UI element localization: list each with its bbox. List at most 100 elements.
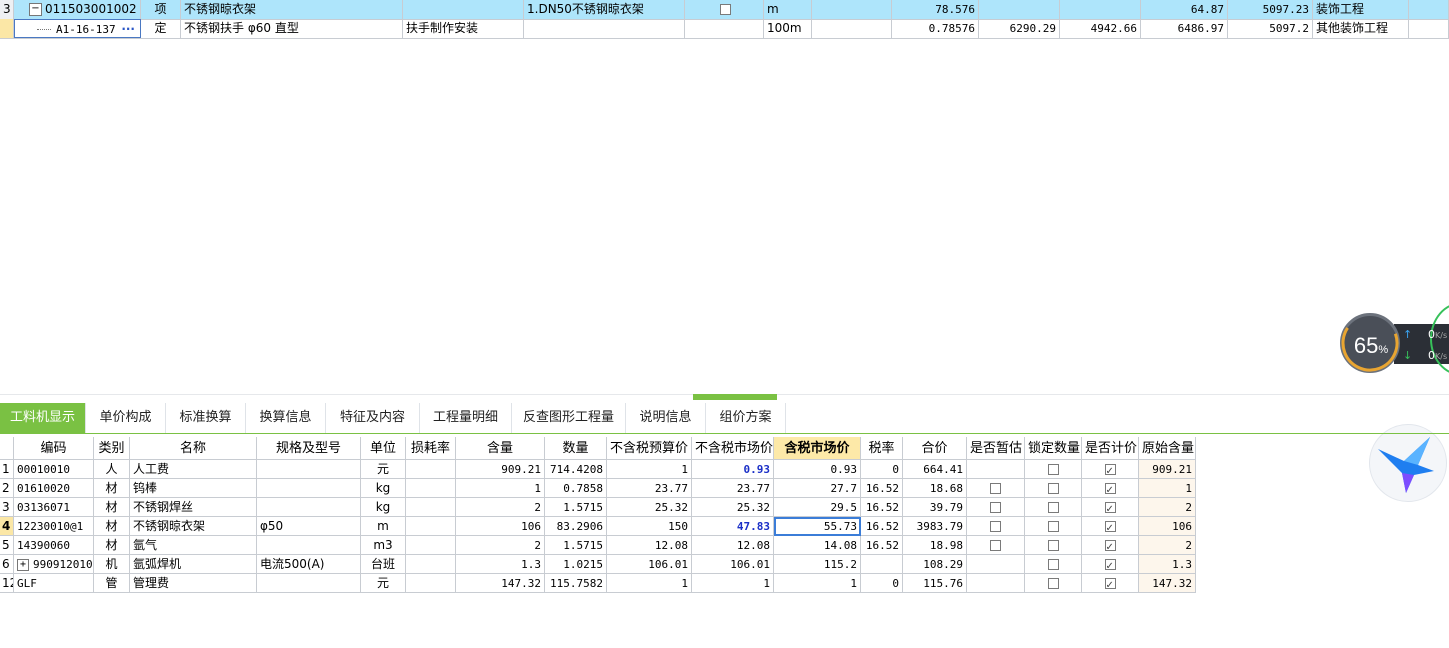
cat-cell[interactable]: 材 bbox=[94, 517, 130, 536]
mkt_tax-cell[interactable]: 14.08 bbox=[774, 536, 861, 555]
orig-cell[interactable]: 2 bbox=[1139, 536, 1196, 555]
name-cell[interactable]: 钨棒 bbox=[130, 479, 257, 498]
lock-qty-cell[interactable] bbox=[1025, 460, 1082, 479]
estimate-checkbox[interactable] bbox=[990, 521, 1001, 532]
rate-cell[interactable] bbox=[861, 555, 903, 574]
column-header[interactable]: 损耗率 bbox=[406, 437, 456, 460]
pre-cell[interactable]: 150 bbox=[607, 517, 692, 536]
column-header[interactable]: 锁定数量 bbox=[1025, 437, 1082, 460]
orig-cell[interactable]: 147.32 bbox=[1139, 574, 1196, 593]
code-cell[interactable]: 14390060 bbox=[14, 536, 94, 555]
lock-qty-checkbox[interactable] bbox=[1047, 521, 1059, 532]
mkt_tax-cell[interactable]: 55.73 bbox=[774, 517, 861, 536]
feature-cell[interactable] bbox=[524, 19, 685, 38]
orig-cell[interactable]: 1 bbox=[1139, 479, 1196, 498]
loss-cell[interactable] bbox=[406, 555, 456, 574]
lock-qty-cell[interactable] bbox=[1025, 498, 1082, 517]
unit-cell[interactable]: kg bbox=[361, 479, 406, 498]
c1-cell[interactable] bbox=[979, 0, 1060, 19]
lock-qty-checkbox[interactable] bbox=[1047, 502, 1059, 513]
lock-qty-cell[interactable] bbox=[1025, 555, 1082, 574]
unit-cell[interactable]: 台班 bbox=[361, 555, 406, 574]
lock-qty-cell[interactable] bbox=[1025, 517, 1082, 536]
lock-qty-checkbox[interactable] bbox=[1047, 483, 1059, 494]
cat-cell[interactable]: 机 bbox=[94, 555, 130, 574]
column-header[interactable]: 类别 bbox=[94, 437, 130, 460]
priced-cell[interactable] bbox=[1082, 555, 1139, 574]
name-cell[interactable]: 不锈钢晾衣架 bbox=[130, 517, 257, 536]
mkt-cell[interactable]: 47.83 bbox=[692, 517, 774, 536]
qty-cell[interactable]: 0.7858 bbox=[545, 479, 607, 498]
sum-cell[interactable]: 18.68 bbox=[903, 479, 967, 498]
priced-cell[interactable] bbox=[1082, 460, 1139, 479]
price-cell[interactable]: 64.87 bbox=[1141, 0, 1228, 19]
work-cell[interactable] bbox=[403, 0, 524, 19]
qty-cell[interactable]: 115.7582 bbox=[545, 574, 607, 593]
lock-qty-cell[interactable] bbox=[1025, 574, 1082, 593]
mkt-cell[interactable]: 25.32 bbox=[692, 498, 774, 517]
estimate-cell[interactable] bbox=[967, 517, 1025, 536]
priced-checkbox[interactable] bbox=[1104, 481, 1116, 497]
lock-qty-checkbox[interactable] bbox=[1047, 464, 1059, 475]
sum-cell[interactable]: 3983.79 bbox=[903, 517, 967, 536]
column-header[interactable]: 规格及型号 bbox=[257, 437, 361, 460]
work-cell[interactable]: 扶手制作安装 bbox=[403, 19, 524, 38]
name-cell[interactable]: 管理费 bbox=[130, 574, 257, 593]
sum-cell[interactable]: 108.29 bbox=[903, 555, 967, 574]
content-cell[interactable]: 147.32 bbox=[456, 574, 545, 593]
total-cell[interactable]: 5097.23 bbox=[1228, 0, 1313, 19]
qty-cell[interactable]: 1.5715 bbox=[545, 536, 607, 555]
rate-cell[interactable]: 16.52 bbox=[861, 536, 903, 555]
lock-qty-checkbox[interactable] bbox=[1047, 578, 1059, 589]
rate-cell[interactable]: 16.52 bbox=[861, 479, 903, 498]
code-cell[interactable]: GLF bbox=[14, 574, 94, 593]
c1-cell[interactable]: 6290.29 bbox=[979, 19, 1060, 38]
code-cell[interactable]: 03136071 bbox=[14, 498, 94, 517]
estimate-cell[interactable] bbox=[967, 574, 1025, 593]
priced-cell[interactable] bbox=[1082, 498, 1139, 517]
content-cell[interactable]: 1.3 bbox=[456, 555, 545, 574]
cat-cell[interactable]: 材 bbox=[94, 536, 130, 555]
estimate-cell[interactable] bbox=[967, 479, 1025, 498]
priced-cell[interactable] bbox=[1082, 574, 1139, 593]
spec-cell[interactable] bbox=[257, 498, 361, 517]
spec-cell[interactable] bbox=[257, 479, 361, 498]
loss-cell[interactable] bbox=[406, 574, 456, 593]
estimate-cell[interactable] bbox=[967, 460, 1025, 479]
type-cell[interactable]: 项 bbox=[141, 0, 181, 19]
column-header[interactable]: 合价 bbox=[903, 437, 967, 460]
column-header[interactable]: 是否计价 bbox=[1082, 437, 1139, 460]
lock-qty-checkbox[interactable] bbox=[1047, 540, 1059, 551]
cat-cell[interactable]: 材 bbox=[94, 498, 130, 517]
orig-cell[interactable]: 1.3 bbox=[1139, 555, 1196, 574]
collapse-toggle-icon[interactable]: − bbox=[29, 3, 42, 16]
spec-cell[interactable] bbox=[257, 460, 361, 479]
estimate-cell[interactable] bbox=[967, 498, 1025, 517]
tab-conversion-info[interactable]: 换算信息 bbox=[246, 403, 326, 433]
column-header[interactable]: 名称 bbox=[130, 437, 257, 460]
price-cell[interactable]: 6486.97 bbox=[1141, 19, 1228, 38]
qty-cell[interactable]: 1.0215 bbox=[545, 555, 607, 574]
code-cell[interactable]: A1-16-137 ··· bbox=[14, 19, 141, 38]
name-cell[interactable]: 不锈钢焊丝 bbox=[130, 498, 257, 517]
column-header[interactable]: 不含税预算价 bbox=[607, 437, 692, 460]
expand-icon[interactable]: + bbox=[17, 559, 29, 571]
mkt-cell[interactable]: 12.08 bbox=[692, 536, 774, 555]
quota-row[interactable]: A1-16-137 ··· 定不锈钢扶手 φ60 直型 扶手制作安装 100m 0.785… bbox=[0, 19, 1449, 39]
mkt-cell[interactable]: 106.01 bbox=[692, 555, 774, 574]
unit-cell[interactable]: 100m bbox=[764, 19, 812, 38]
mkt_tax-cell[interactable]: 29.5 bbox=[774, 498, 861, 517]
qty-cell[interactable]: 1.5715 bbox=[545, 498, 607, 517]
unit-cell[interactable]: 元 bbox=[361, 574, 406, 593]
mkt-cell[interactable]: 1 bbox=[692, 574, 774, 593]
name-cell[interactable]: 不锈钢晾衣架 bbox=[181, 0, 403, 19]
spec-cell[interactable]: φ50 bbox=[257, 517, 361, 536]
bill-item-row[interactable]: 3−011503001002 项不锈钢晾衣架 1.DN50不锈钢晾衣架 m 78.576… bbox=[0, 0, 1449, 20]
c2-cell[interactable] bbox=[1060, 0, 1141, 19]
unit-cell[interactable]: m bbox=[764, 0, 812, 19]
assistant-bird-icon[interactable] bbox=[1369, 424, 1447, 502]
mkt_tax-cell[interactable]: 27.7 bbox=[774, 479, 861, 498]
content-cell[interactable]: 1 bbox=[456, 479, 545, 498]
pre-cell[interactable]: 1 bbox=[607, 460, 692, 479]
mkt_tax-cell[interactable]: 115.2 bbox=[774, 555, 861, 574]
